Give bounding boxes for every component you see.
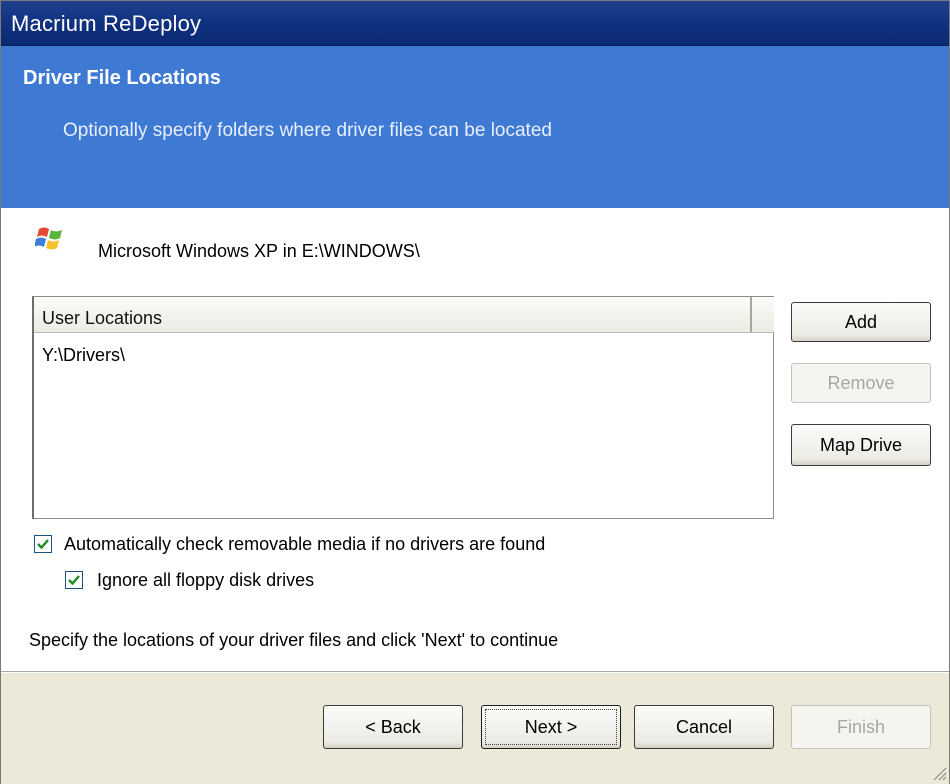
resize-grip-icon[interactable] xyxy=(929,763,947,781)
column-header-label: User Locations xyxy=(42,308,163,328)
wizard-window: Macrium ReDeploy Driver File Locations O… xyxy=(0,0,950,784)
auto-check-removable-checkbox[interactable] xyxy=(34,535,52,553)
map-drive-button[interactable]: Map Drive xyxy=(791,424,931,466)
ignore-floppy-checkbox[interactable] xyxy=(65,571,83,589)
target-os-row: Microsoft Windows XP in E:\WINDOWS\ xyxy=(33,223,733,263)
instruction-text: Specify the locations of your driver fil… xyxy=(29,630,559,650)
auto-check-removable-label[interactable]: Automatically check removable media if n… xyxy=(64,534,545,555)
os-label: Microsoft Windows XP in E:\WINDOWS\ xyxy=(98,241,420,261)
page-subtitle: Optionally specify folders where driver … xyxy=(63,120,552,141)
add-button[interactable]: Add xyxy=(791,302,931,342)
list-header: User Locations xyxy=(34,297,774,333)
page-title: Driver File Locations xyxy=(23,67,221,89)
ignore-floppy-label[interactable]: Ignore all floppy disk drives xyxy=(97,570,314,591)
finish-button-label: Finish xyxy=(836,717,885,737)
back-button-label: < Back xyxy=(365,717,421,737)
cancel-button[interactable]: Cancel xyxy=(634,705,774,749)
column-header-user-locations[interactable]: User Locations xyxy=(34,297,752,332)
remove-button-label: Remove xyxy=(827,373,895,393)
auto-check-removable-option[interactable]: Automatically check removable media if n… xyxy=(34,534,674,556)
map-drive-button-label: Map Drive xyxy=(819,435,903,455)
window-title: Macrium ReDeploy xyxy=(11,11,202,36)
user-locations-list[interactable]: User Locations Y:\Drivers\ xyxy=(32,296,774,519)
ignore-floppy-option[interactable]: Ignore all floppy disk drives xyxy=(65,570,385,592)
back-button[interactable]: < Back xyxy=(323,705,463,749)
list-item[interactable]: Y:\Drivers\ xyxy=(42,345,125,366)
next-button[interactable]: Next > xyxy=(481,705,621,749)
checkmark-icon xyxy=(68,575,80,586)
wizard-header: Driver File Locations Optionally specify… xyxy=(1,46,949,208)
windows-xp-logo-icon xyxy=(35,227,62,250)
finish-button[interactable]: Finish xyxy=(791,705,931,749)
cancel-button-label: Cancel xyxy=(675,717,733,737)
remove-button[interactable]: Remove xyxy=(791,363,931,403)
checkmark-icon xyxy=(37,539,49,550)
title-bar[interactable]: Macrium ReDeploy xyxy=(1,1,949,46)
add-button-label: Add xyxy=(844,312,878,332)
next-button-label: Next > xyxy=(524,717,578,737)
